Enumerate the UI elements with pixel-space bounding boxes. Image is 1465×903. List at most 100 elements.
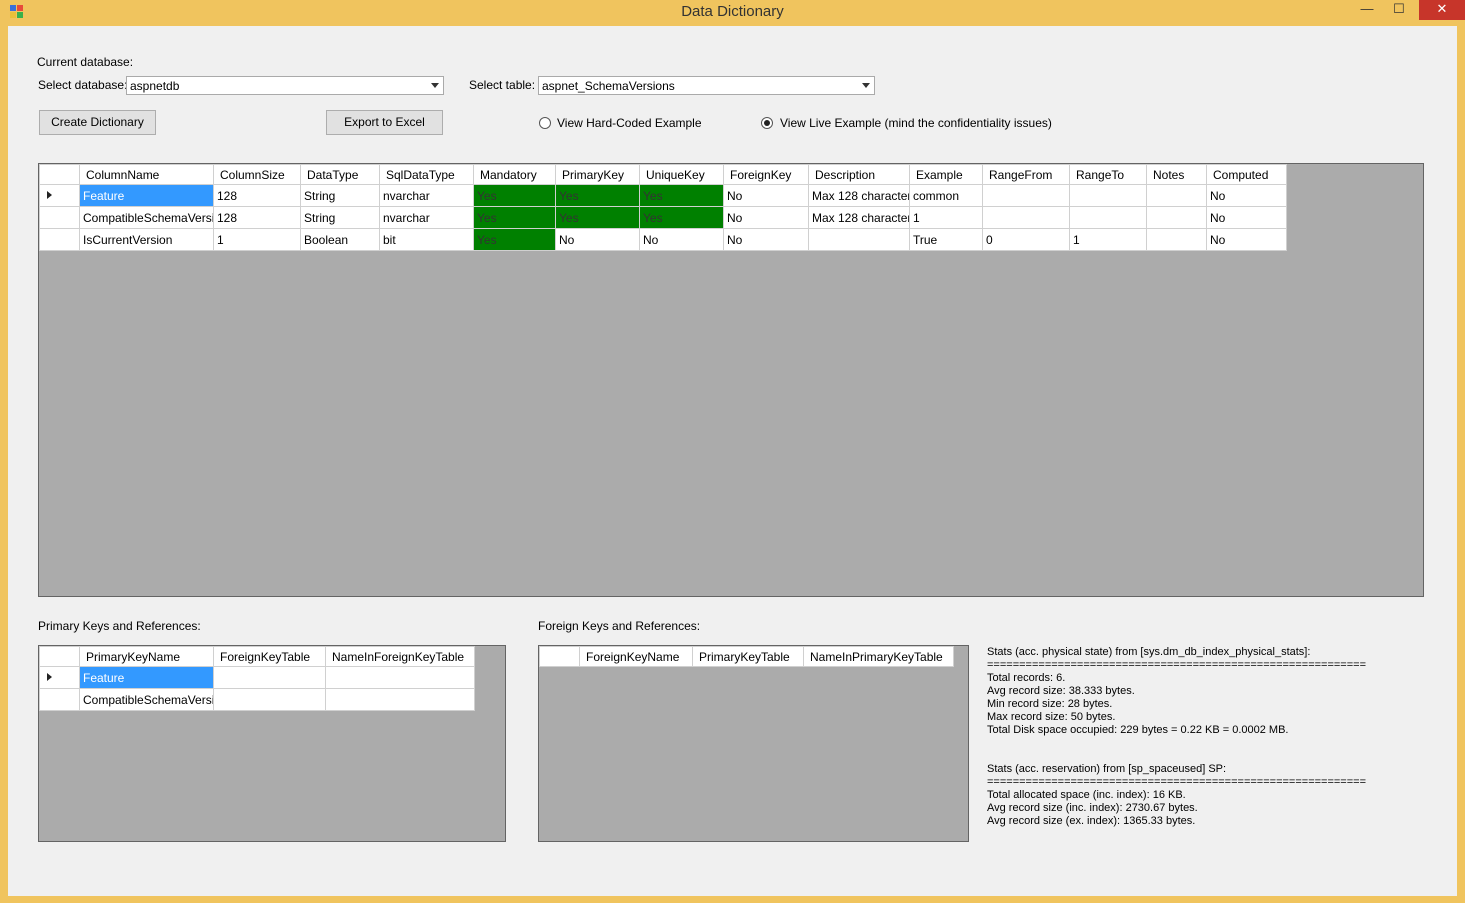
column-header[interactable]: ForeignKeyName — [579, 646, 693, 667]
column-header[interactable]: RangeFrom — [982, 164, 1070, 185]
minimize-button[interactable]: — — [1353, 0, 1381, 20]
row-header[interactable] — [39, 688, 80, 711]
column-header[interactable]: DataType — [300, 164, 380, 185]
export-excel-button[interactable]: Export to Excel — [326, 110, 443, 135]
column-header[interactable]: Computed — [1206, 164, 1287, 185]
table-cell[interactable]: Yes — [473, 206, 556, 229]
table-row[interactable]: Feature — [39, 666, 475, 689]
table-cell[interactable] — [1146, 184, 1207, 207]
table-cell[interactable]: 128 — [213, 184, 301, 207]
column-header[interactable]: RangeTo — [1069, 164, 1147, 185]
table-cell[interactable]: Feature — [79, 666, 214, 689]
table-cell[interactable]: bit — [379, 228, 474, 251]
close-button[interactable]: ✕ — [1419, 0, 1465, 20]
table-cell[interactable]: Max 128 characters — [808, 206, 910, 229]
row-header[interactable] — [39, 184, 80, 207]
table-cell[interactable]: No — [639, 228, 724, 251]
table-cell[interactable]: Yes — [639, 206, 724, 229]
table-cell[interactable]: String — [300, 184, 380, 207]
table-cell[interactable] — [325, 688, 475, 711]
row-header[interactable] — [39, 228, 80, 251]
column-header[interactable]: ColumnName — [79, 164, 214, 185]
table-cell[interactable] — [1069, 184, 1147, 207]
column-header[interactable]: SqlDataType — [379, 164, 474, 185]
column-header[interactable]: ColumnSize — [213, 164, 301, 185]
table-cell[interactable]: CompatibleSchemaVersion — [79, 688, 214, 711]
table-cell[interactable]: 1 — [213, 228, 301, 251]
table-cell[interactable]: Yes — [555, 184, 640, 207]
table-cell[interactable] — [982, 206, 1070, 229]
table-cell[interactable]: No — [555, 228, 640, 251]
live-example-radio[interactable] — [761, 117, 773, 129]
stats-disk-space: Total Disk space occupied: 229 bytes = 0… — [987, 724, 1289, 736]
table-cell[interactable]: CompatibleSchemaVersion — [79, 206, 214, 229]
table-cell[interactable]: Feature — [79, 184, 214, 207]
column-header[interactable]: PrimaryKeyTable — [692, 646, 804, 667]
database-value: aspnetdb — [130, 79, 180, 93]
table-cell[interactable]: common — [909, 184, 983, 207]
table-cell[interactable]: No — [1206, 184, 1287, 207]
column-header[interactable]: Example — [909, 164, 983, 185]
column-header[interactable]: UniqueKey — [639, 164, 724, 185]
live-example-label[interactable]: View Live Example (mind the confidential… — [780, 116, 1052, 130]
table-cell[interactable] — [213, 688, 326, 711]
select-table-label: Select table: — [469, 78, 536, 92]
table-cell[interactable]: Boolean — [300, 228, 380, 251]
table-cell[interactable]: Yes — [639, 184, 724, 207]
table-cell[interactable] — [1146, 206, 1207, 229]
row-header-corner — [539, 646, 580, 667]
create-dictionary-button[interactable]: Create Dictionary — [39, 110, 156, 135]
column-header[interactable]: ForeignKeyTable — [213, 646, 326, 667]
stats-total-records: Total records: 6. — [987, 672, 1066, 684]
table-cell[interactable] — [808, 228, 910, 251]
hard-coded-label[interactable]: View Hard-Coded Example — [557, 116, 702, 130]
table-cell[interactable]: String — [300, 206, 380, 229]
table-cell[interactable]: nvarchar — [379, 206, 474, 229]
table-cell[interactable] — [982, 184, 1070, 207]
maximize-button[interactable]: ☐ — [1385, 0, 1413, 20]
column-header[interactable]: NameInPrimaryKeyTable — [803, 646, 954, 667]
table-cell[interactable] — [213, 666, 326, 689]
table-row[interactable]: IsCurrentVersion 1 Boolean bit Yes No No… — [39, 228, 1287, 251]
column-header[interactable]: Mandatory — [473, 164, 556, 185]
database-select[interactable]: aspnetdb — [126, 76, 444, 95]
table-cell[interactable] — [1146, 228, 1207, 251]
table-cell[interactable]: nvarchar — [379, 184, 474, 207]
dictionary-grid[interactable]: ColumnName ColumnSize DataType SqlDataTy… — [38, 163, 1424, 597]
row-header[interactable] — [39, 666, 80, 689]
foreign-keys-label: Foreign Keys and References: — [538, 619, 701, 633]
table-cell[interactable]: 128 — [213, 206, 301, 229]
column-header[interactable]: PrimaryKeyName — [79, 646, 214, 667]
table-row[interactable]: Feature 128 String nvarchar Yes Yes Yes … — [39, 184, 1287, 207]
column-header[interactable]: NameInForeignKeyTable — [325, 646, 475, 667]
table-cell[interactable]: Max 128 characters — [808, 184, 910, 207]
table-select[interactable]: aspnet_SchemaVersions — [538, 76, 875, 95]
table-cell[interactable]: Yes — [473, 184, 556, 207]
table-cell[interactable]: Yes — [555, 206, 640, 229]
table-cell[interactable]: No — [723, 228, 809, 251]
column-header[interactable]: Notes — [1146, 164, 1207, 185]
column-header[interactable]: Description — [808, 164, 910, 185]
primary-keys-grid[interactable]: PrimaryKeyName ForeignKeyTable NameInFor… — [38, 645, 506, 842]
table-cell[interactable]: No — [723, 184, 809, 207]
table-row[interactable]: CompatibleSchemaVersion — [39, 688, 475, 711]
foreign-keys-grid[interactable]: ForeignKeyName PrimaryKeyTable NameInPri… — [538, 645, 969, 842]
table-cell[interactable]: 0 — [982, 228, 1070, 251]
table-cell[interactable]: No — [1206, 206, 1287, 229]
table-cell[interactable]: IsCurrentVersion — [79, 228, 214, 251]
hard-coded-radio[interactable] — [539, 117, 551, 129]
table-cell[interactable]: No — [1206, 228, 1287, 251]
column-header[interactable]: ForeignKey — [723, 164, 809, 185]
window-title: Data Dictionary — [681, 3, 784, 20]
table-row[interactable]: CompatibleSchemaVersion 128 String nvarc… — [39, 206, 1287, 229]
table-cell[interactable]: True — [909, 228, 983, 251]
table-cell[interactable] — [325, 666, 475, 689]
table-cell[interactable]: 1 — [1069, 228, 1147, 251]
row-header[interactable] — [39, 206, 80, 229]
table-cell[interactable]: Yes — [473, 228, 556, 251]
chevron-down-icon — [858, 77, 874, 94]
column-header[interactable]: PrimaryKey — [555, 164, 640, 185]
table-cell[interactable] — [1069, 206, 1147, 229]
table-cell[interactable]: No — [723, 206, 809, 229]
table-cell[interactable]: 1 — [909, 206, 983, 229]
